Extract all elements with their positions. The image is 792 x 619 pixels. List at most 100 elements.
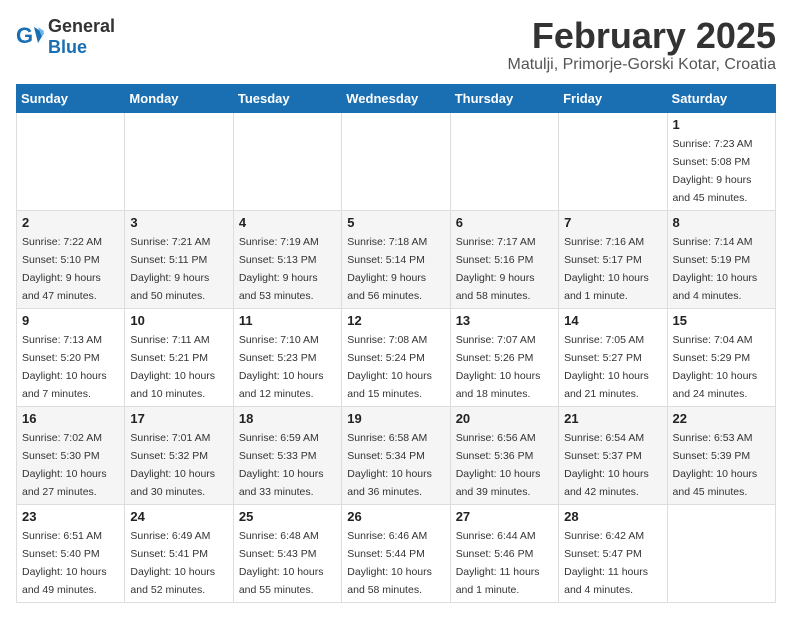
day-number: 9 [22,313,119,328]
day-number: 13 [456,313,553,328]
day-info: Sunrise: 6:59 AM Sunset: 5:33 PM Dayligh… [239,432,324,498]
day-info: Sunrise: 7:01 AM Sunset: 5:32 PM Dayligh… [130,432,215,498]
day-number: 8 [673,215,770,230]
day-cell: 27 Sunrise: 6:44 AM Sunset: 5:46 PM Dayli… [450,504,558,602]
week-row: 9 Sunrise: 7:13 AM Sunset: 5:20 PM Daylig… [17,308,776,406]
day-info: Sunrise: 6:51 AM Sunset: 5:40 PM Dayligh… [22,530,107,596]
logo: G General Blue [16,16,115,58]
weekday-header: Wednesday [342,84,450,112]
day-info: Sunrise: 7:08 AM Sunset: 5:24 PM Dayligh… [347,334,432,400]
day-info: Sunrise: 7:23 AM Sunset: 5:08 PM Dayligh… [673,138,753,204]
day-number: 26 [347,509,444,524]
day-info: Sunrise: 7:14 AM Sunset: 5:19 PM Dayligh… [673,236,758,302]
day-cell [342,112,450,210]
day-number: 12 [347,313,444,328]
day-cell: 13 Sunrise: 7:07 AM Sunset: 5:26 PM Dayli… [450,308,558,406]
day-number: 5 [347,215,444,230]
day-info: Sunrise: 6:53 AM Sunset: 5:39 PM Dayligh… [673,432,758,498]
day-cell: 21 Sunrise: 6:54 AM Sunset: 5:37 PM Dayli… [559,406,667,504]
day-cell: 10 Sunrise: 7:11 AM Sunset: 5:21 PM Dayli… [125,308,233,406]
day-info: Sunrise: 6:54 AM Sunset: 5:37 PM Dayligh… [564,432,649,498]
day-number: 20 [456,411,553,426]
day-cell: 3Sunrise: 7:21 AM Sunset: 5:11 PM Daylig… [125,210,233,308]
day-info: Sunrise: 7:16 AM Sunset: 5:17 PM Dayligh… [564,236,649,302]
day-info: Sunrise: 7:17 AM Sunset: 5:16 PM Dayligh… [456,236,536,302]
week-row: 2 Sunrise: 7:22 AM Sunset: 5:10 PM Daylig… [17,210,776,308]
week-row: 23 Sunrise: 6:51 AM Sunset: 5:40 PM Dayli… [17,504,776,602]
day-cell: 4 Sunrise: 7:19 AM Sunset: 5:13 PM Daylig… [233,210,341,308]
day-info: Sunrise: 7:22 AM Sunset: 5:10 PM Dayligh… [22,236,102,302]
day-cell: 19Sunrise: 6:58 AM Sunset: 5:34 PM Dayli… [342,406,450,504]
day-cell [450,112,558,210]
calendar-subtitle: Matulji, Primorje-Gorski Kotar, Croatia [507,56,776,74]
day-cell: 5 Sunrise: 7:18 AM Sunset: 5:14 PM Daylig… [342,210,450,308]
day-number: 15 [673,313,770,328]
day-cell: 22 Sunrise: 6:53 AM Sunset: 5:39 PM Dayli… [667,406,775,504]
day-number: 14 [564,313,661,328]
day-info: Sunrise: 6:48 AM Sunset: 5:43 PM Dayligh… [239,530,324,596]
day-info: Sunrise: 6:58 AM Sunset: 5:34 PM Dayligh… [347,432,432,498]
day-number: 2 [22,215,119,230]
logo-icon: G [16,23,44,51]
weekday-header: Sunday [17,84,125,112]
weekday-header: Friday [559,84,667,112]
day-info: Sunrise: 7:02 AM Sunset: 5:30 PM Dayligh… [22,432,107,498]
day-cell: 12 Sunrise: 7:08 AM Sunset: 5:24 PM Dayli… [342,308,450,406]
day-cell: 17 Sunrise: 7:01 AM Sunset: 5:32 PM Dayli… [125,406,233,504]
logo-blue-text: Blue [48,37,87,57]
day-number: 1 [673,117,770,132]
day-info: Sunrise: 6:44 AM Sunset: 5:46 PM Dayligh… [456,530,540,596]
weekday-header-row: SundayMondayTuesdayWednesdayThursdayFrid… [17,84,776,112]
day-info: Sunrise: 7:18 AM Sunset: 5:14 PM Dayligh… [347,236,427,302]
day-number: 18 [239,411,336,426]
day-cell: 15 Sunrise: 7:04 AM Sunset: 5:29 PM Dayli… [667,308,775,406]
day-info: Sunrise: 6:56 AM Sunset: 5:36 PM Dayligh… [456,432,541,498]
day-info: Sunrise: 7:13 AM Sunset: 5:20 PM Dayligh… [22,334,107,400]
day-number: 21 [564,411,661,426]
weekday-header: Thursday [450,84,558,112]
day-number: 17 [130,411,227,426]
day-cell: 24Sunrise: 6:49 AM Sunset: 5:41 PM Dayli… [125,504,233,602]
day-number: 11 [239,313,336,328]
day-number: 22 [673,411,770,426]
weekday-header: Tuesday [233,84,341,112]
title-section: February 2025 Matulji, Primorje-Gorski K… [507,16,776,74]
day-cell: 23 Sunrise: 6:51 AM Sunset: 5:40 PM Dayli… [17,504,125,602]
day-cell [233,112,341,210]
day-info: Sunrise: 7:07 AM Sunset: 5:26 PM Dayligh… [456,334,541,400]
day-number: 3 [130,215,227,230]
day-number: 6 [456,215,553,230]
day-number: 27 [456,509,553,524]
day-info: Sunrise: 7:19 AM Sunset: 5:13 PM Dayligh… [239,236,319,302]
day-cell [667,504,775,602]
week-row: 16 Sunrise: 7:02 AM Sunset: 5:30 PM Dayli… [17,406,776,504]
day-cell: 2 Sunrise: 7:22 AM Sunset: 5:10 PM Daylig… [17,210,125,308]
day-number: 10 [130,313,227,328]
day-info: Sunrise: 6:46 AM Sunset: 5:44 PM Dayligh… [347,530,432,596]
day-info: Sunrise: 6:49 AM Sunset: 5:41 PM Dayligh… [130,530,215,596]
day-number: 4 [239,215,336,230]
day-number: 16 [22,411,119,426]
day-number: 23 [22,509,119,524]
day-cell: 11 Sunrise: 7:10 AM Sunset: 5:23 PM Dayli… [233,308,341,406]
day-info: Sunrise: 7:11 AM Sunset: 5:21 PM Dayligh… [130,334,215,400]
day-info: Sunrise: 7:05 AM Sunset: 5:27 PM Dayligh… [564,334,649,400]
day-cell [17,112,125,210]
calendar-title: February 2025 [507,16,776,56]
day-cell: 9 Sunrise: 7:13 AM Sunset: 5:20 PM Daylig… [17,308,125,406]
logo-general-text: General [48,16,115,36]
day-cell: 6 Sunrise: 7:17 AM Sunset: 5:16 PM Daylig… [450,210,558,308]
day-cell: 8 Sunrise: 7:14 AM Sunset: 5:19 PM Daylig… [667,210,775,308]
svg-text:G: G [16,23,33,48]
day-cell: 7Sunrise: 7:16 AM Sunset: 5:17 PM Daylig… [559,210,667,308]
day-info: Sunrise: 7:04 AM Sunset: 5:29 PM Dayligh… [673,334,758,400]
day-cell [559,112,667,210]
day-number: 25 [239,509,336,524]
day-info: Sunrise: 6:42 AM Sunset: 5:47 PM Dayligh… [564,530,648,596]
day-number: 28 [564,509,661,524]
day-cell: 20 Sunrise: 6:56 AM Sunset: 5:36 PM Dayli… [450,406,558,504]
day-cell: 18 Sunrise: 6:59 AM Sunset: 5:33 PM Dayli… [233,406,341,504]
day-cell: 14 Sunrise: 7:05 AM Sunset: 5:27 PM Dayli… [559,308,667,406]
day-info: Sunrise: 7:10 AM Sunset: 5:23 PM Dayligh… [239,334,324,400]
page-header: G General Blue February 2025 Matulji, Pr… [16,16,776,74]
